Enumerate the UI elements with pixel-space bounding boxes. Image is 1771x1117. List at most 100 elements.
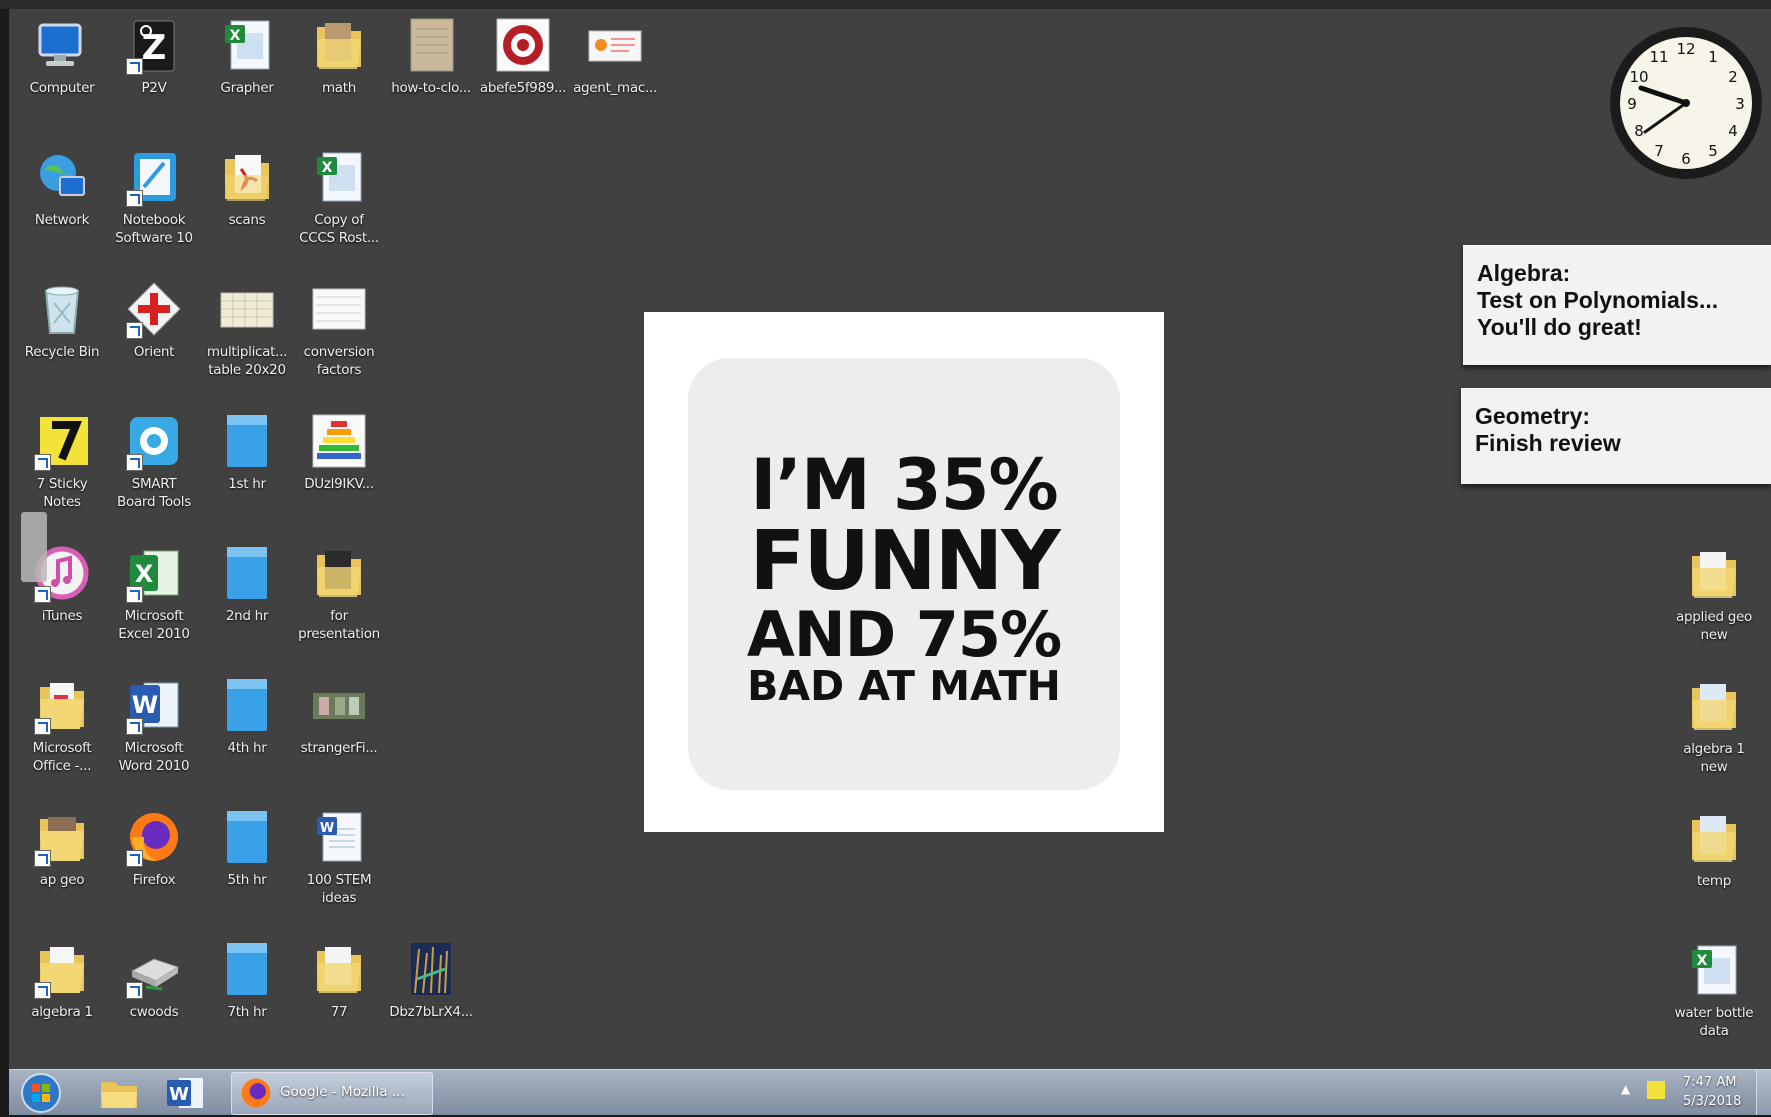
- icon-label: Network: [34, 212, 90, 228]
- word-icon: W: [167, 1078, 203, 1108]
- desktop[interactable]: Computer Network Recycle Bin 7 Sticky No…: [9, 9, 1771, 1069]
- icon-label: how-to-clo...: [391, 80, 471, 96]
- desktop-icon-ap-geo[interactable]: ap geo: [15, 807, 109, 889]
- desktop-icon-notebook[interactable]: Notebook Software 10: [107, 147, 201, 247]
- desktop-icon-grapher[interactable]: X Grapher: [200, 15, 294, 97]
- desktop-icon-dbz7blrx4[interactable]: Dbz7bLrX4...: [384, 939, 478, 1021]
- desktop-icon-computer[interactable]: Computer: [15, 15, 109, 97]
- sticky-notes-tray-icon[interactable]: [1647, 1081, 1665, 1099]
- excel-file-icon: X: [1684, 940, 1744, 1000]
- shortcut-arrow-icon: [126, 58, 143, 75]
- taskbar-word-button[interactable]: W: [159, 1072, 211, 1113]
- svg-text:6: 6: [1681, 150, 1691, 168]
- icon-label: 77: [330, 1004, 348, 1020]
- icon-label: 100 STEM: [306, 872, 372, 888]
- desktop-icon-word-2010[interactable]: W Microsoft Word 2010: [107, 675, 201, 775]
- icon-label: Computer: [29, 80, 95, 96]
- desktop-icon-conversion-factors[interactable]: conversion factors: [292, 279, 386, 379]
- icon-label: applied geo: [1676, 609, 1752, 625]
- sticky-note-algebra[interactable]: Algebra: Test on Polynomials... You'll d…: [1463, 245, 1771, 365]
- desktop-icon-agent-mac[interactable]: agent_mac...: [568, 15, 662, 97]
- desktop-icon-p2v[interactable]: Z P2V: [107, 15, 201, 97]
- icon-label: 2nd hr: [225, 608, 269, 624]
- tray-expand-icon[interactable]: ▲: [1621, 1082, 1630, 1096]
- excel-file-icon: X: [309, 147, 369, 207]
- icon-label: Firefox: [132, 872, 176, 888]
- sticky-note-geometry[interactable]: Geometry: Finish review: [1461, 388, 1771, 484]
- desktop-icon-77[interactable]: 77: [292, 939, 386, 1021]
- icon-label: math: [321, 80, 357, 96]
- desktop-icon-algebra-1-new[interactable]: algebra 1 new: [1667, 676, 1761, 776]
- desktop-icon-1st-hr[interactable]: 1st hr: [200, 411, 294, 493]
- blue-document-icon: [217, 411, 277, 471]
- svg-text:7: 7: [1654, 142, 1664, 160]
- desktop-icon-duzl9ikv[interactable]: DUzl9IKV...: [292, 411, 386, 493]
- svg-text:X: X: [322, 160, 333, 176]
- folder-icon: [309, 939, 369, 999]
- icon-label-line2: Notes: [43, 494, 81, 510]
- desktop-icon-copy-of-cccs-roster[interactable]: X Copy of CCCS Rost...: [292, 147, 386, 247]
- desktop-icon-100-stem-ideas[interactable]: W 100 STEM ideas: [292, 807, 386, 907]
- desktop-icon-2nd-hr[interactable]: 2nd hr: [200, 543, 294, 625]
- icon-label: SMART: [131, 476, 177, 492]
- desktop-icon-water-bottle-data[interactable]: X water bottle data: [1667, 940, 1761, 1040]
- orient-icon: [124, 279, 184, 339]
- desktop-icon-algebra-1[interactable]: algebra 1: [15, 939, 109, 1021]
- poster-line-3: AND 75%: [746, 598, 1062, 671]
- desktop-icon-network[interactable]: Network: [15, 147, 109, 229]
- desktop-icon-cwoods[interactable]: cwoods: [107, 939, 201, 1021]
- tray-date[interactable]: 5/3/2018: [1683, 1094, 1741, 1109]
- icon-label-line2: CCCS Rost...: [299, 230, 379, 246]
- desktop-icon-multiplication-table[interactable]: multiplicat... table 20x20: [200, 279, 294, 379]
- desktop-icon-applied-geo-new[interactable]: applied geo new: [1667, 544, 1761, 644]
- icon-label: strangerFi...: [300, 740, 378, 756]
- shortcut-arrow-icon: [126, 982, 143, 999]
- desktop-icon-strangerfi[interactable]: strangerFi...: [292, 675, 386, 757]
- taskbar-explorer-button[interactable]: [93, 1072, 145, 1113]
- icon-label-line2: Word 2010: [118, 758, 190, 774]
- icon-label-line2: Excel 2010: [118, 626, 190, 642]
- folder-icon: [1684, 544, 1744, 604]
- desktop-icon-7th-hr[interactable]: 7th hr: [200, 939, 294, 1021]
- icon-label: agent_mac...: [573, 80, 657, 96]
- note-line: Test on Polynomials...: [1477, 287, 1719, 313]
- icon-label: Microsoft: [124, 740, 184, 756]
- desktop-icon-orient[interactable]: Orient: [107, 279, 201, 361]
- image-file-icon: [309, 279, 369, 339]
- svg-text:10: 10: [1629, 68, 1648, 86]
- desktop-icon-microsoft-office[interactable]: Microsoft Office -...: [15, 675, 109, 775]
- desktop-icon-sticky-notes[interactable]: 7 Sticky Notes: [15, 411, 109, 511]
- icon-label: temp: [1696, 873, 1732, 889]
- desktop-icon-smart-board-tools[interactable]: SMART Board Tools: [107, 411, 201, 511]
- show-desktop-button[interactable]: [1756, 1070, 1771, 1115]
- note-line: You'll do great!: [1477, 314, 1642, 340]
- svg-text:W: W: [169, 1084, 189, 1105]
- wallpaper-poster: I’M 35% FUNNY AND 75% BAD AT MATH: [644, 312, 1164, 832]
- taskbar-firefox-button[interactable]: Google - Mozilla ...: [231, 1072, 433, 1115]
- gadget-sidebar-handle[interactable]: [21, 512, 47, 582]
- desktop-icon-4th-hr[interactable]: 4th hr: [200, 675, 294, 757]
- desktop-icon-scans[interactable]: scans: [200, 147, 294, 229]
- clock-gadget[interactable]: 12 1 2 3 4 5 6 7 8 9 10 11: [1607, 24, 1765, 182]
- desktop-icon-for-presentation[interactable]: for presentation: [292, 543, 386, 643]
- image-file-icon: [217, 279, 277, 339]
- icon-label-line2: new: [1700, 759, 1728, 775]
- icon-label: algebra 1: [1683, 741, 1745, 757]
- desktop-icon-math[interactable]: math: [292, 15, 386, 97]
- desktop-icon-excel-2010[interactable]: X Microsoft Excel 2010: [107, 543, 201, 643]
- icon-label: 7th hr: [227, 1004, 267, 1020]
- desktop-icon-abefe5f989[interactable]: abefe5f989...: [476, 15, 570, 97]
- shortcut-arrow-icon: [126, 718, 143, 735]
- tray-time[interactable]: 7:47 AM: [1683, 1075, 1736, 1090]
- svg-text:2: 2: [1728, 68, 1738, 86]
- icon-label: Dbz7bLrX4...: [389, 1004, 473, 1020]
- desktop-icon-5th-hr[interactable]: 5th hr: [200, 807, 294, 889]
- icon-label: Recycle Bin: [24, 344, 100, 360]
- desktop-icon-how-to-clo[interactable]: how-to-clo...: [384, 15, 478, 97]
- image-file-icon: [401, 15, 461, 75]
- desktop-icon-temp[interactable]: temp: [1667, 808, 1761, 890]
- desktop-icon-recycle-bin[interactable]: Recycle Bin: [15, 279, 109, 361]
- blue-document-icon: [217, 939, 277, 999]
- start-button[interactable]: [17, 1072, 65, 1113]
- desktop-icon-firefox[interactable]: Firefox: [107, 807, 201, 889]
